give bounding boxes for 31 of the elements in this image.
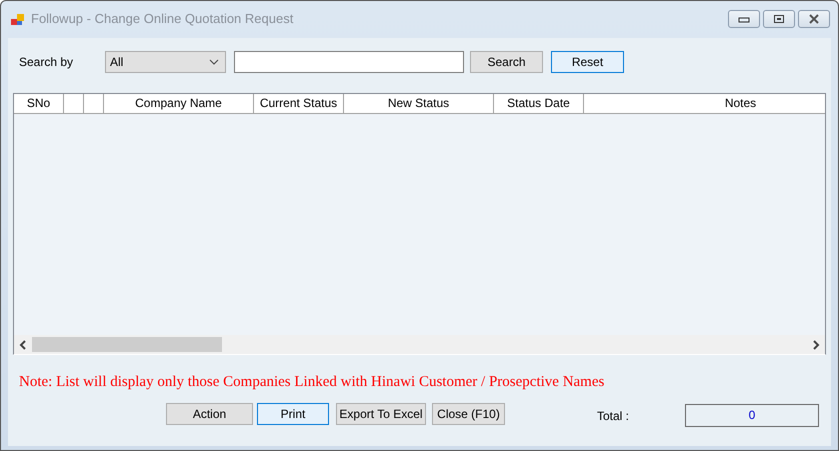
column-header[interactable]: New Status: [344, 94, 494, 113]
total-label: Total :: [597, 408, 630, 422]
horizontal-scrollbar[interactable]: [14, 335, 825, 354]
caret-icon: [209, 59, 219, 65]
scrollbar-thumb[interactable]: [32, 337, 222, 352]
close-icon: [808, 14, 820, 24]
close-button[interactable]: [798, 10, 830, 28]
action-button[interactable]: Action: [166, 402, 253, 424]
maximize-icon: [773, 14, 785, 24]
column-header[interactable]: Notes: [584, 94, 825, 113]
minimize-button[interactable]: [728, 10, 760, 28]
search-button[interactable]: Search: [470, 51, 543, 73]
column-header[interactable]: Company Name: [104, 94, 254, 113]
column-header[interactable]: Current Status: [254, 94, 344, 113]
close-form-button[interactable]: Close (F10): [432, 402, 505, 424]
note-text: Note: List will display only those Companies Linked with Hinawi Customer / Prosepctive Names: [19, 374, 606, 392]
search-by-dropdown[interactable]: All: [105, 51, 226, 73]
column-header[interactable]: Status Date: [494, 94, 584, 113]
search-field[interactable]: [234, 51, 464, 73]
scroll-left-icon[interactable]: [19, 340, 27, 350]
window-title: Followup - Change Online Quotation Request: [31, 11, 294, 26]
search-by-label: Search by: [18, 55, 74, 69]
maximize-button[interactable]: [763, 10, 795, 28]
app-icon: [11, 14, 25, 26]
total-value: 0: [685, 404, 820, 427]
column-header[interactable]: SNo: [14, 94, 64, 113]
print-button[interactable]: Print: [257, 402, 329, 424]
scroll-right-icon[interactable]: [812, 340, 820, 350]
minimize-icon: [738, 14, 750, 22]
reset-button[interactable]: Reset: [551, 51, 624, 73]
export-button[interactable]: Export To Excel: [336, 402, 426, 424]
